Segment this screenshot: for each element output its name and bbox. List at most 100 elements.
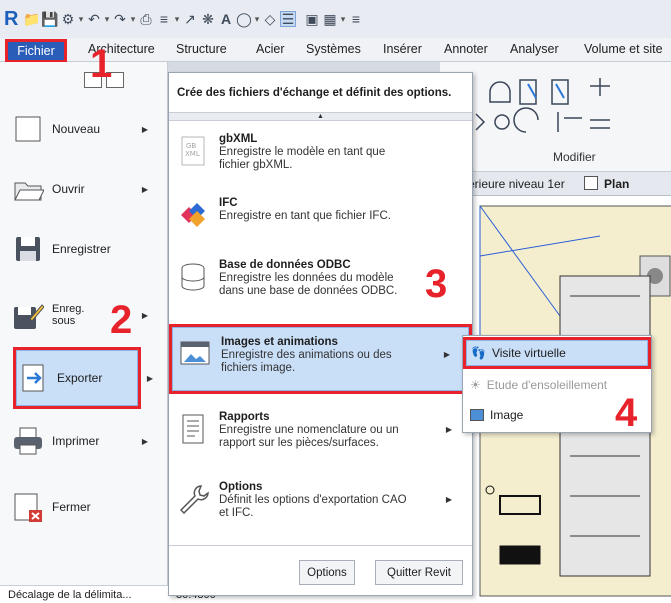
export-options-text: Options Définit les options d'exportation… bbox=[219, 481, 419, 520]
export-options[interactable]: Options Définit les options d'exportation… bbox=[171, 473, 470, 533]
menu-imprimer-label: Imprimer bbox=[52, 434, 100, 448]
step-number-4: 4 bbox=[615, 391, 638, 435]
modify-tools-icon[interactable] bbox=[440, 62, 671, 142]
database-icon bbox=[181, 263, 205, 291]
menu-imprimer[interactable]: Imprimer ▶ bbox=[12, 414, 162, 468]
tab-annoter[interactable]: Annoter bbox=[444, 42, 488, 56]
dropdown-icon[interactable]: ▾ bbox=[254, 14, 260, 25]
export-options-desc: Définit les options d'exportation CAO et… bbox=[219, 494, 407, 519]
export-ifc-desc: Enregistre en tant que fichier IFC. bbox=[219, 210, 391, 222]
menu-ouvrir[interactable]: Ouvrir ▶ bbox=[12, 162, 162, 216]
tab-fichier[interactable]: Fichier bbox=[5, 39, 67, 63]
gbxml-file-icon: GBXML bbox=[181, 136, 205, 166]
quick-access-toolbar: R 📁 💾 ⚙ ▾ ↶ ▾ ↷ ▾ ⎙ ≡ ▾ ↗ ❋ A ◯ ▾ ◇ ☰ ▣ … bbox=[0, 0, 671, 38]
close-windows-icon[interactable]: ▣ bbox=[304, 11, 320, 27]
chevron-right-icon: ▶ bbox=[146, 373, 153, 383]
customize-icon[interactable]: ≡ bbox=[348, 11, 364, 27]
dimension-icon[interactable]: ↗ bbox=[182, 11, 198, 27]
dropdown-icon[interactable]: ▾ bbox=[130, 14, 136, 25]
switch-windows-icon[interactable]: ▦ bbox=[322, 11, 338, 27]
tab-volume-et-site[interactable]: Volume et site bbox=[584, 42, 663, 56]
save-as-icon bbox=[14, 304, 44, 329]
menu-enregistrer-label: Enregistrer bbox=[52, 242, 111, 256]
chevron-right-icon: ▶ bbox=[141, 184, 148, 194]
menu-fermer[interactable]: Fermer bbox=[12, 480, 162, 534]
walkthrough-icon: 👣 bbox=[471, 346, 486, 360]
menu-enreg-sous[interactable]: Enreg. sous ▶ bbox=[12, 288, 162, 342]
property-name: Décalage de la délimita... bbox=[8, 588, 132, 601]
text-icon[interactable]: A bbox=[218, 11, 234, 27]
save-icon[interactable]: 💾 bbox=[41, 11, 58, 27]
flyout-visite-virtuelle-label: Visite virtuelle bbox=[491, 346, 566, 360]
export-gbxml-desc: Enregistre le modèle en tant que fichier… bbox=[219, 146, 386, 171]
app-logo[interactable]: R bbox=[4, 8, 22, 31]
export-gbxml[interactable]: GB XML gbXML Enregistre le modèle en tant … bbox=[171, 125, 470, 185]
sun-study-icon: ☀ bbox=[470, 378, 481, 392]
thin-lines-icon[interactable]: ☰ bbox=[280, 11, 296, 27]
menu-enreg-sous-label: Enreg. sous bbox=[52, 303, 85, 327]
section-icon[interactable]: ◇ bbox=[262, 11, 278, 27]
menu-exporter-label: Exporter bbox=[57, 371, 103, 385]
export-rapports[interactable]: Rapports Enregistre une nomenclature ou u… bbox=[171, 403, 470, 463]
export-odbc-desc: Enregistre les données du modèle dans un… bbox=[219, 272, 398, 297]
measure-icon[interactable]: ≡ bbox=[156, 11, 172, 27]
application-menu: Nouveau ▶ Ouvrir ▶ Enregistrer Enreg. so… bbox=[0, 62, 168, 592]
ifc-icon bbox=[181, 203, 205, 227]
export-rapports-text: Rapports Enregistre une nomenclature ou u… bbox=[219, 411, 419, 450]
open-folder-icon bbox=[14, 182, 44, 201]
flyout-visite-virtuelle[interactable]: 👣 Visite virtuelle bbox=[463, 337, 651, 369]
view-tab-plan[interactable]: Plan bbox=[584, 176, 629, 191]
options-button[interactable]: Options bbox=[299, 560, 355, 585]
new-file-icon bbox=[15, 116, 41, 142]
flyout-etude-label: Etude d'ensoleillement bbox=[486, 378, 608, 392]
export-images-animations[interactable]: Images et animations Enregistre des anima… bbox=[169, 324, 472, 394]
dropdown-icon[interactable]: ▾ bbox=[104, 14, 110, 25]
redo-icon[interactable]: ↷ bbox=[112, 11, 128, 27]
ribbon-panel: Modifier bbox=[440, 62, 671, 172]
printer-icon bbox=[14, 427, 42, 455]
scroll-up-button[interactable]: ▲ bbox=[169, 113, 472, 121]
tab-inserer[interactable]: Insérer bbox=[383, 42, 422, 56]
menu-enregistrer[interactable]: Enregistrer bbox=[12, 222, 162, 276]
export-images-desc: Enregistre des animations ou des fichier… bbox=[221, 349, 392, 374]
print-icon[interactable]: ⎙ bbox=[138, 11, 154, 27]
step-number-2: 2 bbox=[110, 298, 133, 342]
dropdown-icon[interactable]: ▾ bbox=[174, 14, 180, 25]
menu-exporter[interactable]: Exporter ▶ bbox=[13, 347, 153, 409]
view-tab-niveau[interactable]: érieure niveau 1er bbox=[468, 177, 565, 191]
export-odbc-text: Base de données ODBC Enregistre les donné… bbox=[219, 259, 419, 298]
chevron-right-icon: ▶ bbox=[141, 124, 148, 134]
tab-systemes[interactable]: Systèmes bbox=[306, 42, 361, 56]
dropdown-icon[interactable]: ▾ bbox=[78, 14, 84, 25]
tab-analyser[interactable]: Analyser bbox=[510, 42, 559, 56]
export-gbxml-title: gbXML bbox=[219, 133, 258, 145]
3d-view-icon[interactable]: ◯ bbox=[236, 11, 252, 27]
menu-nouveau-label: Nouveau bbox=[52, 122, 101, 136]
quit-revit-button[interactable]: Quitter Revit bbox=[375, 560, 463, 585]
view-tab-bar: érieure niveau 1er Plan bbox=[440, 172, 671, 196]
undo-icon[interactable]: ↶ bbox=[86, 11, 102, 27]
tag-icon[interactable]: ❋ bbox=[200, 11, 216, 27]
export-odbc-title: Base de données ODBC bbox=[219, 259, 351, 271]
sync-icon[interactable]: ⚙ bbox=[60, 11, 76, 27]
dropdown-icon[interactable]: ▾ bbox=[340, 14, 346, 25]
panel-label: Modifier bbox=[553, 150, 596, 164]
export-ifc[interactable]: IFC Enregistre en tant que fichier IFC. bbox=[171, 189, 470, 249]
tab-acier[interactable]: Acier bbox=[256, 42, 284, 56]
save-disk-icon bbox=[16, 237, 40, 261]
export-options-title: Options bbox=[219, 481, 263, 493]
export-submenu-header: Crée des fichiers d'échange et définit d… bbox=[169, 73, 472, 113]
export-images-text: Images et animations Enregistre des anima… bbox=[221, 336, 421, 375]
chevron-right-icon: ▶ bbox=[445, 425, 452, 434]
export-images-title: Images et animations bbox=[221, 336, 338, 348]
film-image-icon bbox=[180, 341, 210, 365]
open-icon[interactable]: 📁 bbox=[23, 11, 40, 27]
export-icon bbox=[22, 364, 44, 392]
menu-nouveau[interactable]: Nouveau ▶ bbox=[12, 102, 162, 156]
image-icon bbox=[470, 409, 484, 421]
export-rapports-desc: Enregistre une nomenclature ou un rappor… bbox=[219, 424, 399, 449]
menu-fermer-label: Fermer bbox=[52, 500, 91, 514]
svg-text:GB: GB bbox=[186, 142, 196, 150]
step-number-1: 1 bbox=[90, 42, 113, 86]
tab-structure[interactable]: Structure bbox=[176, 42, 227, 56]
